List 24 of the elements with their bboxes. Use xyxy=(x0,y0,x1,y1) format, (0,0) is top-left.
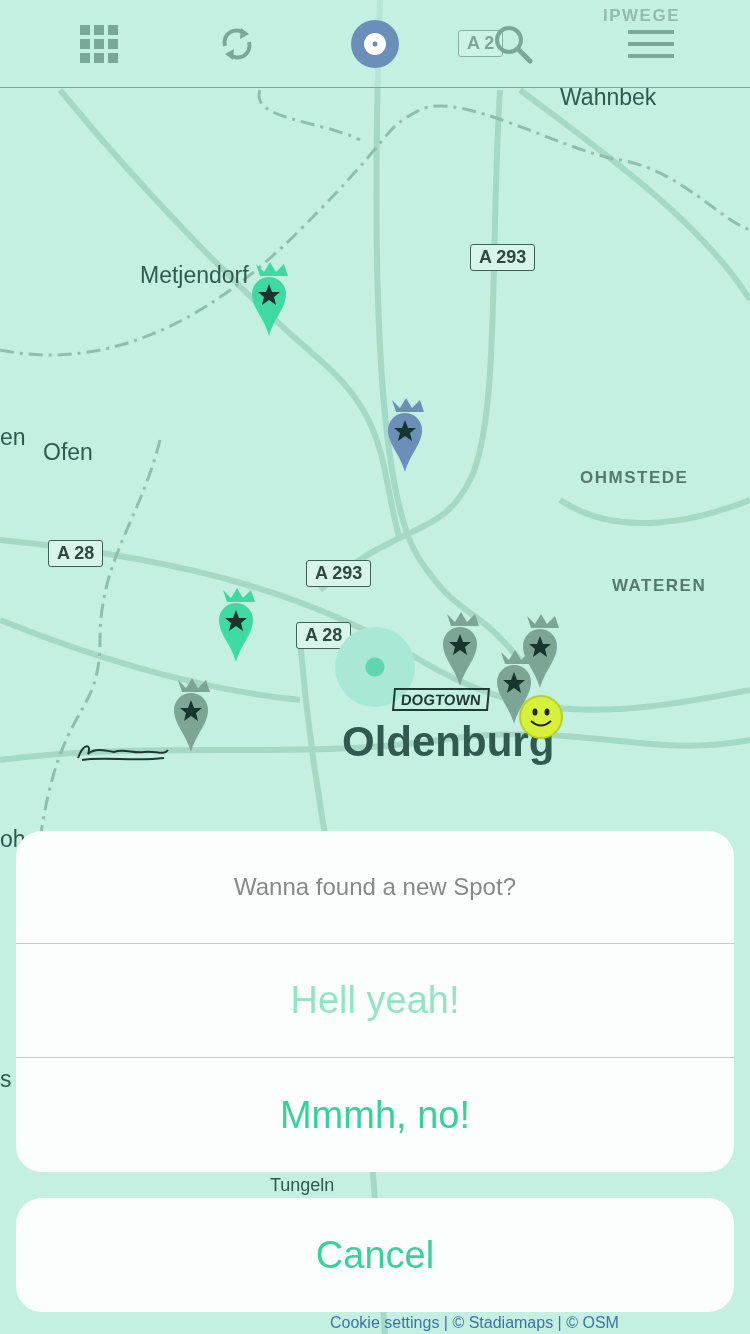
place-label: Oldenburg xyxy=(342,718,555,767)
place-label: OHMSTEDE xyxy=(580,468,689,488)
road-shield: A 2 xyxy=(458,30,504,57)
map-attribution[interactable]: Cookie settings | © Stadiamaps | © OSM xyxy=(330,1314,619,1332)
road-shield: A 293 xyxy=(470,244,536,271)
place-label: Metjendorf xyxy=(140,262,249,289)
sticker-logo: DOGTOWN xyxy=(392,688,490,711)
crowned-star-pin-icon[interactable] xyxy=(441,612,481,688)
crowned-star-pin-icon[interactable] xyxy=(172,678,212,754)
road-shield: A 293 xyxy=(306,560,372,587)
crowned-star-pin-icon[interactable] xyxy=(386,398,426,474)
place-label: Wahnbek xyxy=(560,84,657,111)
place-label: Tungeln xyxy=(270,1175,335,1196)
place-label: en xyxy=(0,424,26,451)
action-button[interactable]: Mmmh, no! xyxy=(16,1058,734,1172)
crowned-star-pin-icon[interactable] xyxy=(217,588,257,664)
road-shield: A 28 xyxy=(48,540,104,567)
place-label: WATEREN xyxy=(612,576,707,596)
crowned-star-pin-icon[interactable] xyxy=(250,262,290,338)
place-label: Ofen xyxy=(43,439,93,466)
place-label: s xyxy=(0,1066,12,1093)
cancel-button[interactable]: Cancel xyxy=(16,1198,734,1312)
road-shield: A 28 xyxy=(296,622,352,649)
locate-icon[interactable] xyxy=(351,19,399,68)
